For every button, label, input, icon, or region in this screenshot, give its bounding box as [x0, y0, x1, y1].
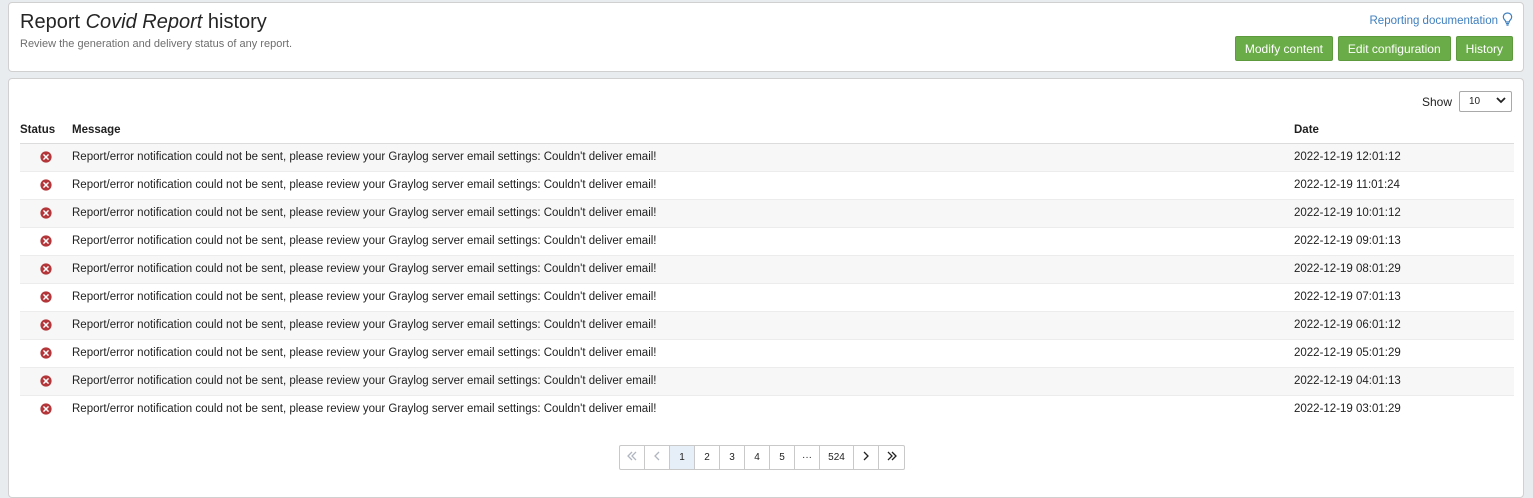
reporting-documentation-link[interactable]: Reporting documentation [1370, 12, 1514, 29]
table-row: Report/error notification could not be s… [20, 254, 1514, 283]
table-row: Report/error notification could not be s… [20, 338, 1514, 367]
show-label: Show [1421, 94, 1452, 109]
status-cell [20, 366, 72, 395]
history-panel: Show 10 Status Message Date Report/error… [8, 78, 1524, 498]
page-button-3[interactable]: 3 [720, 446, 745, 469]
page-button-1[interactable]: 1 [670, 446, 695, 469]
table-row: Report/error notification could not be s… [20, 310, 1514, 339]
error-status-icon [40, 235, 52, 247]
message-cell: Report/error notification could not be s… [72, 310, 1294, 339]
error-status-icon [40, 403, 52, 415]
status-cell [20, 142, 72, 171]
error-status-icon [40, 151, 52, 163]
table-row: Report/error notification could not be s… [20, 170, 1514, 199]
date-cell: 2022-12-19 05:01:29 [1294, 338, 1514, 367]
page-button-2[interactable]: 2 [695, 446, 720, 469]
date-cell: 2022-12-19 11:01:24 [1294, 170, 1514, 199]
double-chevron-right-icon [886, 451, 898, 464]
status-cell [20, 394, 72, 423]
error-status-icon [40, 179, 52, 191]
doc-link-label: Reporting documentation [1369, 14, 1499, 27]
error-status-icon [40, 319, 52, 331]
table-row: Report/error notification could not be s… [20, 198, 1514, 227]
page-subtitle: Review the generation and delivery statu… [20, 38, 293, 50]
chevron-down-icon [1496, 96, 1506, 107]
message-cell: Report/error notification could not be s… [72, 198, 1294, 227]
previous-page-button[interactable] [645, 446, 670, 469]
page-button-4[interactable]: 4 [745, 446, 770, 469]
message-cell: Report/error notification could not be s… [72, 282, 1294, 311]
message-cell: Report/error notification could not be s… [72, 338, 1294, 367]
date-cell: 2022-12-19 12:01:12 [1294, 142, 1514, 171]
page-header: Report Covid Report history Review the g… [8, 2, 1524, 72]
next-page-button[interactable] [854, 446, 879, 469]
pagination: 1 2 3 4 5 ··· 524 [619, 445, 905, 470]
title-suffix: history [207, 11, 267, 33]
edit-configuration-button[interactable]: Edit configuration [1337, 36, 1451, 61]
date-column-header[interactable]: Date [1294, 117, 1514, 144]
status-cell [20, 254, 72, 283]
status-cell [20, 170, 72, 199]
status-column-header[interactable]: Status [20, 117, 72, 144]
error-status-icon [40, 207, 52, 219]
lightbulb-icon [1502, 12, 1513, 29]
page-button-5[interactable]: 5 [770, 446, 795, 469]
chevron-right-icon [860, 451, 872, 464]
table-row: Report/error notification could not be s… [20, 394, 1514, 423]
message-cell: Report/error notification could not be s… [72, 366, 1294, 395]
error-status-icon [40, 375, 52, 387]
date-cell: 2022-12-19 09:01:13 [1294, 226, 1514, 255]
message-cell: Report/error notification could not be s… [72, 226, 1294, 255]
error-status-icon [40, 291, 52, 303]
table-row: Report/error notification could not be s… [20, 226, 1514, 255]
date-cell: 2022-12-19 07:01:13 [1294, 282, 1514, 311]
history-table: Status Message Date Report/error notific… [20, 117, 1514, 423]
page-size-control: Show 10 [1422, 91, 1512, 112]
history-button[interactable]: History [1455, 36, 1513, 61]
message-cell: Report/error notification could not be s… [72, 394, 1294, 423]
status-cell [20, 226, 72, 255]
header-actions: Modify content Edit configuration Histor… [1234, 36, 1513, 61]
message-cell: Report/error notification could not be s… [72, 170, 1294, 199]
first-page-button[interactable] [620, 446, 645, 469]
message-cell: Report/error notification could not be s… [72, 254, 1294, 283]
status-cell [20, 282, 72, 311]
modify-content-button[interactable]: Modify content [1234, 36, 1333, 61]
date-cell: 2022-12-19 04:01:13 [1294, 366, 1514, 395]
date-cell: 2022-12-19 06:01:12 [1294, 310, 1514, 339]
report-name: Covid Report [85, 11, 203, 33]
title-prefix: Report [20, 11, 81, 33]
error-status-icon [40, 347, 52, 359]
table-row: Report/error notification could not be s… [20, 366, 1514, 395]
chevron-left-icon [651, 451, 663, 464]
table-header-row: Status Message Date [20, 117, 1514, 144]
double-chevron-left-icon [626, 451, 638, 464]
page-size-select[interactable]: 10 [1459, 91, 1512, 112]
status-cell [20, 198, 72, 227]
message-column-header[interactable]: Message [72, 117, 1294, 144]
table-row: Report/error notification could not be s… [20, 282, 1514, 311]
date-cell: 2022-12-19 10:01:12 [1294, 198, 1514, 227]
page-title: Report Covid Report history [20, 11, 267, 34]
pagination-ellipsis[interactable]: ··· [795, 446, 820, 469]
last-page-button[interactable] [879, 446, 904, 469]
table-row: Report/error notification could not be s… [20, 142, 1514, 171]
status-cell [20, 338, 72, 367]
date-cell: 2022-12-19 03:01:29 [1294, 394, 1514, 423]
error-status-icon [40, 263, 52, 275]
status-cell [20, 310, 72, 339]
last-page-number-button[interactable]: 524 [820, 446, 854, 469]
message-cell: Report/error notification could not be s… [72, 142, 1294, 171]
date-cell: 2022-12-19 08:01:29 [1294, 254, 1514, 283]
page-size-value: 10 [1469, 96, 1481, 107]
